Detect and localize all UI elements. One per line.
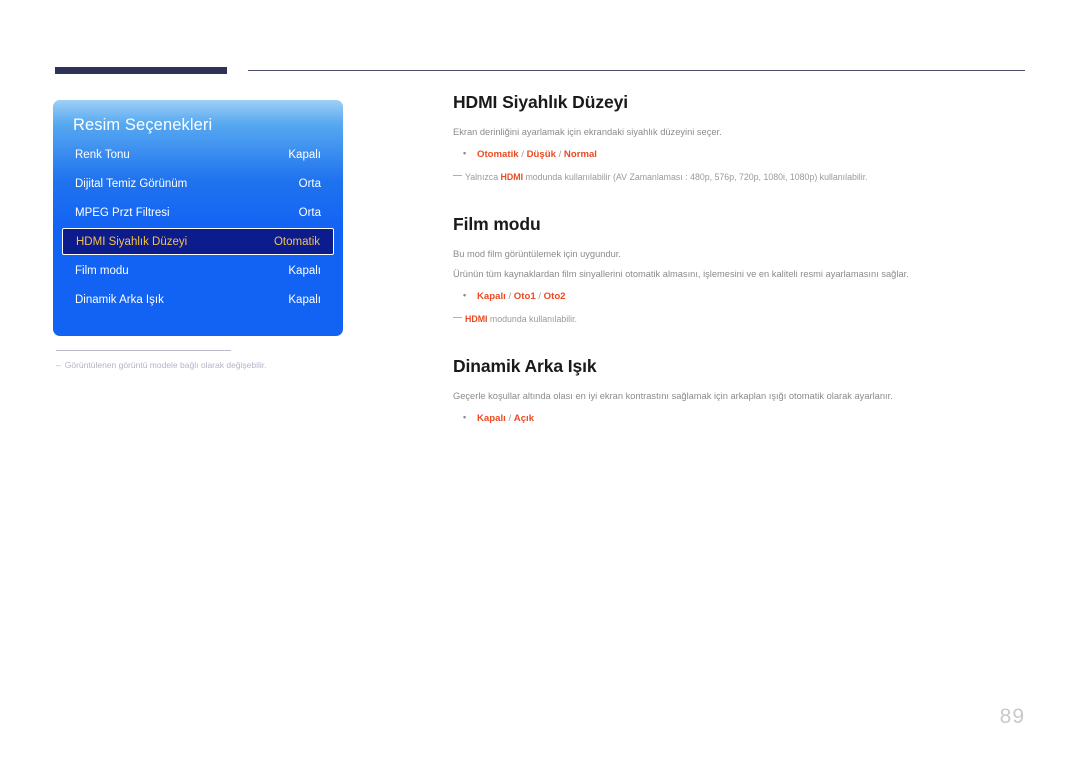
note-post: modunda kullanılabilir (AV Zamanlaması :… <box>523 171 868 182</box>
section-heading: HDMI Siyahlık Düzeyi <box>453 92 628 112</box>
osd-footnote-dash: – <box>56 360 61 370</box>
section-paragraph: Ürünün tüm kaynaklardan film sinyallerin… <box>453 268 909 279</box>
section-paragraph: Ekran derinliğini ayarlamak için ekranda… <box>453 127 722 137</box>
osd-row-value: Kapalı <box>288 148 321 161</box>
option-separator: / <box>555 149 564 161</box>
osd-row-label: MPEG Przt Filtresi <box>75 206 170 219</box>
section-options-list: Otomatik / Düşük / Normal <box>453 147 1028 161</box>
section-heading: Film modu <box>453 213 541 234</box>
section-heading: Dinamik Arka Işık <box>453 355 597 376</box>
osd-row-label: HDMI Siyahlık Düzeyi <box>76 235 188 248</box>
option-value: Otomatik <box>477 149 519 161</box>
options-line: Kapalı / Oto1 / Oto2 <box>453 289 1028 303</box>
section-paragraph: Geçerle koşullar altında olası en iyi ek… <box>453 390 893 401</box>
osd-menu-figure: Resim Seçenekleri Renk Tonu Kapalı Dijit… <box>53 100 343 370</box>
osd-menu-title: Resim Seçenekleri <box>73 116 213 134</box>
osd-row-value: Kapalı <box>288 264 321 277</box>
osd-row-dijital-temiz-gorunum[interactable]: Dijital Temiz Görünüm Orta <box>53 169 343 198</box>
option-value: Normal <box>563 149 597 161</box>
osd-footnote-text: Görüntülenen görüntü modele bağlı olarak… <box>64 360 267 370</box>
section-note: HDMI modunda kullanılabilir. <box>453 313 1028 326</box>
option-separator: / <box>505 291 514 303</box>
option-value: Açık <box>513 412 535 424</box>
osd-row-value: Orta <box>298 206 321 219</box>
note-pre: Yalnızca <box>465 171 501 182</box>
option-separator: / <box>518 149 527 161</box>
option-value: Oto2 <box>543 291 566 303</box>
note-dash-icon <box>453 174 462 176</box>
osd-footnote-rule <box>56 350 231 351</box>
osd-row-renk-tonu[interactable]: Renk Tonu Kapalı <box>53 140 343 169</box>
document-body: HDMI Siyahlık Düzeyi Ekran derinliğini a… <box>453 92 1028 425</box>
section-hdmi-siyahlik-duzeyi: HDMI Siyahlık Düzeyi Ekran derinliğini a… <box>453 92 1028 184</box>
options-line: Kapalı / Açık <box>453 411 1028 425</box>
osd-footnote: – Görüntülenen görüntü modele bağlı olara… <box>56 360 343 370</box>
note-post: modunda kullanılabilir. <box>487 313 577 324</box>
option-separator: / <box>535 291 544 303</box>
header-accent-bar <box>55 67 227 74</box>
option-value: Düşük <box>526 149 556 161</box>
section-paragraph: Bu mod film görüntülemek için uygundur. <box>453 248 621 259</box>
osd-row-label: Film modu <box>75 264 129 277</box>
osd-row-label: Dinamik Arka Işık <box>75 293 164 306</box>
section-options-list: Kapalı / Oto1 / Oto2 <box>453 289 1028 303</box>
section-note: Yalnızca HDMI modunda kullanılabilir (AV… <box>453 171 1028 184</box>
osd-row-value: Orta <box>298 177 321 190</box>
osd-row-film-modu[interactable]: Film modu Kapalı <box>53 256 343 285</box>
option-value: Kapalı <box>477 412 506 424</box>
option-separator: / <box>505 412 514 424</box>
note-emphasis: HDMI <box>465 313 488 324</box>
section-film-modu: Film modu Bu mod film görüntülemek için … <box>453 214 1028 326</box>
option-value: Oto1 <box>513 291 536 303</box>
osd-row-label: Dijital Temiz Görünüm <box>75 177 188 190</box>
section-dinamik-arka-isik: Dinamik Arka Işık Geçerle koşullar altın… <box>453 356 1028 426</box>
osd-row-hdmi-siyahlik-duzeyi-selected[interactable]: HDMI Siyahlık Düzeyi Otomatik <box>62 228 334 255</box>
header-rule <box>248 70 1025 71</box>
osd-row-mpeg-przt-filtresi[interactable]: MPEG Przt Filtresi Orta <box>53 198 343 227</box>
section-options-list: Kapalı / Açık <box>453 411 1028 425</box>
page-number: 89 <box>999 705 1025 728</box>
osd-row-dinamik-arka-isik[interactable]: Dinamik Arka Işık Kapalı <box>53 285 343 314</box>
options-line: Otomatik / Düşük / Normal <box>453 147 1028 161</box>
note-emphasis: HDMI <box>500 171 524 182</box>
osd-row-value: Kapalı <box>288 293 321 306</box>
osd-row-value: Otomatik <box>273 235 320 248</box>
note-dash-icon <box>453 316 462 318</box>
osd-row-label: Renk Tonu <box>75 148 130 161</box>
osd-menu-panel: Resim Seçenekleri Renk Tonu Kapalı Dijit… <box>53 100 343 336</box>
option-value: Kapalı <box>477 291 506 303</box>
